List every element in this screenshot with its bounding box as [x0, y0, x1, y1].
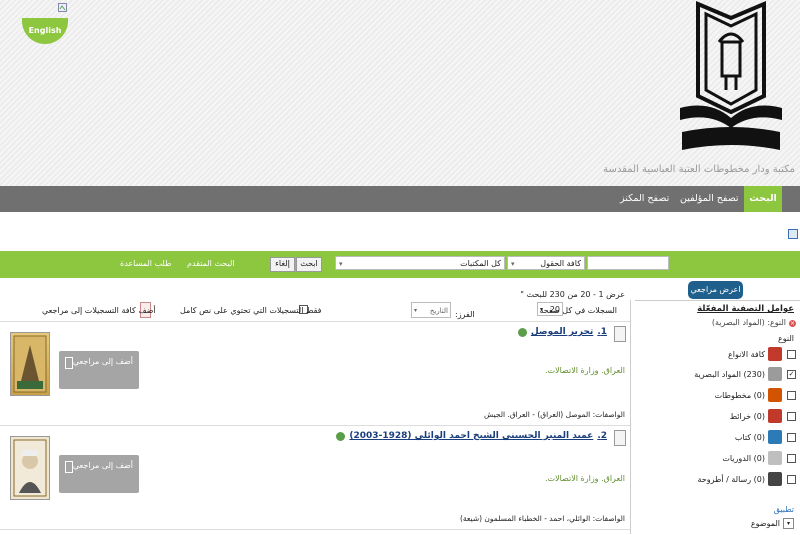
- type-icon: [768, 388, 782, 402]
- record-number: 2.: [597, 431, 607, 441]
- per-page-value: 20: [549, 305, 560, 314]
- per-page-select[interactable]: 20 ▾: [537, 302, 563, 316]
- bookbag-add-icon: [65, 357, 73, 369]
- results-count: عرض 1 - 20 من 230 للبحث ": [520, 290, 625, 299]
- field-select-label: كافة الحقول: [540, 259, 581, 268]
- type-facet-label: (0) خرائط: [729, 411, 765, 421]
- subject-expand-icon[interactable]: ▾: [783, 518, 794, 529]
- type-facet-item[interactable]: (0) مخطوطات: [715, 388, 782, 402]
- search-button[interactable]: ابحث: [296, 257, 322, 272]
- fulltext-label: فقط التسجيلات التي تحتوي على نص كامل: [180, 306, 322, 315]
- library-logo[interactable]: [670, 0, 792, 160]
- divider: [0, 425, 630, 426]
- chevron-down-icon: ▾: [540, 306, 544, 313]
- type-facet-label: (0) رسالة / أطروحة: [697, 474, 766, 484]
- type-facet-label: (230) المواد البصرية: [694, 369, 765, 379]
- record-title-row: 2. عميد المنبر الحسيني الشيخ احمد الوائل…: [336, 431, 607, 441]
- bookbag-add-icon: [65, 461, 73, 473]
- type-facet-heading: النوع: [778, 334, 794, 343]
- type-facet-item[interactable]: كافة الانواع: [728, 347, 782, 361]
- add-all-link[interactable]: أضف كافة التسجيلات إلى مراجعي: [42, 306, 156, 315]
- type-icon: [768, 409, 782, 423]
- type-facet-label: (0) الدوريات: [722, 453, 765, 463]
- chevron-down-icon: ▾: [339, 260, 343, 268]
- record-descriptors: الواصفات: الوائلي، احمد - الخطباء المسلم…: [459, 514, 625, 523]
- nav-browse-authors[interactable]: تصفح المؤلفين: [680, 186, 739, 212]
- type-facet-checkbox[interactable]: [787, 475, 796, 484]
- record-number: 1.: [597, 327, 607, 337]
- collection-select-label: كل المكتبات: [460, 259, 501, 268]
- nav-search-tab[interactable]: البحث: [744, 186, 782, 212]
- active-filter-chip: النوع: (المواد البصرية): [711, 318, 786, 327]
- add-to-bookbag-button[interactable]: أضف إلى مراجعي: [59, 455, 139, 493]
- visual-material-icon: [614, 430, 626, 446]
- type-facet-checkbox[interactable]: [787, 391, 796, 400]
- search-icon[interactable]: [517, 327, 527, 337]
- column-divider: [630, 300, 631, 534]
- help-link[interactable]: طلب المساعدة: [120, 259, 171, 268]
- type-facet-label: كافة الانواع: [727, 349, 765, 359]
- apply-facet-link[interactable]: تطبيق: [774, 505, 794, 514]
- active-filters-title: عوامل التصفية المفعّلة: [697, 304, 794, 314]
- sort-select[interactable]: التاريخ ▾: [411, 302, 451, 318]
- sort-label: الفرز:: [455, 310, 475, 319]
- cancel-button[interactable]: إلغاء: [270, 257, 295, 272]
- library-title: مكتبة ودار مخطوطات العتبة العباسية المقد…: [603, 164, 795, 175]
- sort-value: التاريخ: [429, 307, 448, 315]
- type-facet-label: (0) مخطوطات: [714, 390, 765, 400]
- record-thumbnail[interactable]: [10, 332, 50, 396]
- type-facet-item[interactable]: (0) خرائط: [730, 409, 782, 423]
- type-facet-checkbox[interactable]: [787, 433, 796, 442]
- search-input[interactable]: [587, 256, 669, 270]
- view-bookbag-button[interactable]: اعرض مراجعي: [688, 281, 743, 299]
- type-icon: [768, 451, 782, 465]
- type-facet-item[interactable]: (0) كتاب: [735, 430, 782, 444]
- type-facet-label: (0) كتاب: [734, 432, 765, 442]
- type-icon: [768, 430, 782, 444]
- broken-image-icon: [58, 3, 67, 12]
- add-to-bookbag-label: أضف إلى مراجعي: [72, 461, 133, 470]
- remove-filter-icon[interactable]: ×: [789, 320, 796, 327]
- record-thumbnail[interactable]: [10, 436, 50, 500]
- visual-material-icon: [614, 326, 626, 342]
- type-facet-item[interactable]: (0) رسالة / أطروحة: [697, 472, 782, 486]
- type-facet-checkbox[interactable]: [787, 350, 796, 359]
- type-facet-item[interactable]: (0) الدوريات: [722, 451, 782, 465]
- advanced-search-link[interactable]: البحث المتقدم: [187, 259, 235, 268]
- collection-select[interactable]: كل المكتبات ▾: [335, 256, 505, 270]
- record-publisher[interactable]: العراق. وزارة الاتصالات.: [545, 474, 625, 483]
- type-icon: [768, 472, 782, 486]
- record-title-link[interactable]: عميد المنبر الحسيني الشيخ احمد الوائلي (…: [349, 431, 593, 441]
- nav-browse-treasury[interactable]: تصفح المكنز: [620, 186, 669, 212]
- add-to-bookbag-label: أضف إلى مراجعي: [72, 357, 133, 366]
- add-to-bookbag-button[interactable]: أضف إلى مراجعي: [59, 351, 139, 389]
- divider: [0, 529, 630, 530]
- search-icon[interactable]: [336, 431, 346, 441]
- record-publisher[interactable]: العراق. وزارة الاتصالات.: [545, 366, 625, 375]
- type-facet-item[interactable]: (230) المواد البصرية: [694, 367, 782, 381]
- type-facet-checkbox[interactable]: [787, 454, 796, 463]
- chevron-down-icon: ▾: [414, 307, 418, 314]
- type-icon: [768, 347, 782, 361]
- feed-icon[interactable]: [788, 229, 798, 239]
- type-facet-checkbox[interactable]: ✓: [787, 370, 796, 379]
- record-title-row: 1. تحرير الموصل: [517, 327, 607, 337]
- type-icon: [768, 367, 782, 381]
- record-descriptors: الواصفات: الموصل (العراق) - العراق. الجي…: [484, 410, 625, 419]
- record-title-link[interactable]: تحرير الموصل: [531, 327, 593, 337]
- divider: [0, 321, 630, 322]
- type-facet-checkbox[interactable]: [787, 412, 796, 421]
- search-field-select[interactable]: كافة الحقول ▾: [507, 256, 585, 270]
- chevron-down-icon: ▾: [511, 260, 515, 268]
- subject-facet-heading: الموضوع: [750, 519, 780, 528]
